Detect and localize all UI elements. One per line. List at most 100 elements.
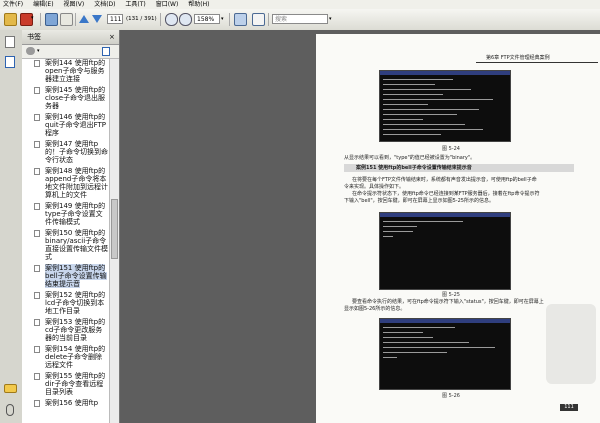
- zoom-out-icon[interactable]: [165, 13, 178, 26]
- bookmark-page-icon: [34, 87, 40, 94]
- bookmark-page-icon: [34, 346, 40, 353]
- bookmark-page-icon: [34, 60, 40, 67]
- console-text-line: [383, 347, 495, 348]
- menu-view[interactable]: 视图(V): [63, 0, 84, 9]
- fit-page-icon[interactable]: [234, 13, 247, 26]
- menu-document[interactable]: 文档(D): [94, 0, 115, 9]
- options-gear-icon[interactable]: [26, 47, 35, 55]
- document-page: 第6章 FTP文件管理经典案例 图 5-24 从显示结果可以看到，"type"的…: [316, 34, 600, 423]
- panel-header: 书签 ×: [22, 30, 119, 45]
- bookmark-label: 案例156 使用ftp: [45, 399, 99, 407]
- bookmark-page-icon: [34, 265, 40, 272]
- paragraph: 在将要在每个FTP文件传输结束时，系统都有声音发出提示音，可使用ftp的bell…: [352, 177, 537, 183]
- fit-width-icon[interactable]: [252, 13, 265, 26]
- chevron-down-icon[interactable]: ▾: [37, 48, 40, 54]
- bookmark-label: 案例150 使用ftp的binary/ascii子命令直接设置传输文件模式: [45, 229, 108, 261]
- console-titlebar: [380, 319, 510, 323]
- bookmark-page-icon: [34, 141, 40, 148]
- bookmark-label: 案例155 使用ftp的dir子命令查看远程目录列表: [45, 372, 106, 396]
- console-text-line: [383, 357, 397, 358]
- toolbar: ▾ 111 (131 / 391) 158% ▾ 搜索 ▾: [0, 9, 600, 31]
- console-screenshot-2: [379, 212, 511, 290]
- chevron-down-icon[interactable]: ▾: [329, 14, 332, 24]
- bookmark-scrollbar[interactable]: [109, 59, 119, 423]
- bookmark-label: 案例154 使用ftp的delete子命令删除远程文件: [45, 345, 106, 369]
- console-text-line: [383, 99, 493, 100]
- bookmark-item[interactable]: 案例155 使用ftp的dir子命令查看远程目录列表: [26, 372, 108, 396]
- bookmark-label: 案例147 使用ftp的！子命令切换到命令行状态: [45, 140, 108, 164]
- toolbar-divider: [160, 13, 161, 26]
- console-text-line: [383, 337, 433, 338]
- search-input[interactable]: 搜索: [272, 14, 328, 24]
- comment-icon[interactable]: [4, 384, 17, 393]
- paragraph: 显示如图5-26所示的信息。: [344, 306, 406, 312]
- figure-caption: 图 5-26: [442, 393, 460, 399]
- bookmark-label: 案例144 使用ftp的open子命令与服务器建立连接: [45, 59, 106, 83]
- back-icon[interactable]: [45, 13, 58, 26]
- print-icon[interactable]: [60, 13, 73, 26]
- console-text-line: [383, 89, 471, 90]
- bookmark-page-icon: [34, 292, 40, 299]
- menu-window[interactable]: 窗口(W): [156, 0, 179, 9]
- open-folder-icon[interactable]: [4, 13, 17, 26]
- bookmark-item[interactable]: 案例156 使用ftp: [26, 399, 108, 407]
- bookmarks-icon[interactable]: [5, 56, 15, 68]
- new-bookmark-icon[interactable]: [102, 47, 110, 56]
- console-screenshot-1: [379, 70, 511, 142]
- paragraph: 令来实现。具体操作如下。: [344, 184, 405, 190]
- zoom-select[interactable]: 158%: [194, 14, 220, 24]
- bookmark-item[interactable]: 案例148 使用ftp的append子命令将本地文件附加到远程计算机上的文件: [26, 167, 108, 199]
- console-titlebar: [380, 71, 510, 75]
- next-page-icon[interactable]: [92, 15, 102, 23]
- menu-file[interactable]: 文件(F): [3, 0, 23, 9]
- scrollbar-thumb[interactable]: [111, 199, 118, 259]
- console-text-line: [383, 124, 465, 125]
- toolbar-divider: [75, 13, 76, 26]
- console-text-line: [383, 327, 455, 328]
- bookmark-item[interactable]: 案例154 使用ftp的delete子命令删除远程文件: [26, 345, 108, 369]
- console-screenshot-3: [379, 318, 511, 390]
- panel-toolbar: ▾: [22, 45, 119, 59]
- bookmark-item[interactable]: 案例149 使用ftp的type子命令设置文件传输模式: [26, 202, 108, 226]
- console-text-line: [383, 342, 469, 343]
- bookmark-page-icon: [34, 203, 40, 210]
- bookmark-label: 案例149 使用ftp的type子命令设置文件传输模式: [45, 202, 106, 226]
- chevron-down-icon[interactable]: ▾: [31, 13, 36, 24]
- bookmark-item[interactable]: 案例150 使用ftp的binary/ascii子命令直接设置传输文件模式: [26, 229, 108, 261]
- console-text-line: [383, 79, 453, 80]
- bookmark-page-icon: [34, 373, 40, 380]
- bookmark-item[interactable]: 案例144 使用ftp的open子命令与服务器建立连接: [26, 59, 108, 83]
- bookmark-item[interactable]: 案例152 使用ftp的lcd子命令切换到本地工作目录: [26, 291, 108, 315]
- zoom-in-icon[interactable]: [179, 13, 192, 26]
- page-header: 第6章 FTP文件管理经典案例: [486, 55, 550, 61]
- pages-icon[interactable]: [5, 36, 15, 48]
- bookmark-page-icon: [34, 400, 40, 407]
- page-total: (131 / 391): [126, 16, 157, 22]
- console-text-line: [383, 352, 447, 353]
- console-text-line: [383, 94, 443, 95]
- bookmark-item[interactable]: 案例146 使用ftp的quit子命令退出FTP程序: [26, 113, 108, 137]
- chevron-down-icon[interactable]: ▾: [221, 14, 224, 24]
- close-icon[interactable]: ×: [109, 32, 115, 42]
- menu-help[interactable]: 帮助(H): [188, 0, 209, 9]
- menu-tools[interactable]: 工具(T): [125, 0, 145, 9]
- page-number-input[interactable]: 111: [107, 14, 123, 24]
- menu-edit[interactable]: 编辑(E): [33, 0, 53, 9]
- bookmarks-panel: 书签 × ▾ 案例144 使用ftp的open子命令与服务器建立连接 案例145 …: [22, 30, 120, 423]
- console-text-line: [383, 332, 423, 333]
- paragraph: 从显示结果可以看到，"type"的值已经被设置为"binary"。: [344, 155, 476, 161]
- bookmark-item[interactable]: 案例153 使用ftp的cd子命令更改服务器的当前目录: [26, 318, 108, 342]
- bookmark-item[interactable]: 案例145 使用ftp的close子命令退出服务器: [26, 86, 108, 110]
- figure-caption: 图 5-24: [442, 146, 460, 152]
- bookmark-page-icon: [34, 319, 40, 326]
- console-text-line: [383, 231, 413, 232]
- bookmark-label: 案例145 使用ftp的close子命令退出服务器: [45, 86, 106, 110]
- bookmark-item[interactable]: 案例151 使用ftp的bell子命令设置传输结束提示音: [26, 264, 108, 288]
- previous-page-icon[interactable]: [79, 15, 89, 23]
- paragraph: 要查看命令执行的结果，可在ftp命令提示符下输入"status"，按回车键，即可…: [352, 299, 544, 305]
- console-titlebar: [380, 213, 510, 217]
- attachment-icon[interactable]: [6, 404, 14, 416]
- console-text-line: [383, 226, 417, 227]
- figure-caption: 图 5-25: [442, 292, 460, 298]
- bookmark-item[interactable]: 案例147 使用ftp的！子命令切换到命令行状态: [26, 140, 108, 164]
